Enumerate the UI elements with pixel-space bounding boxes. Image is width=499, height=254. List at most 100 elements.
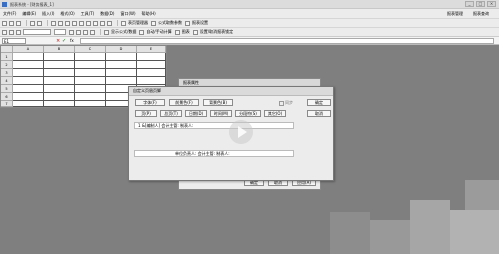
column-header-a[interactable]: A	[13, 46, 44, 53]
column-header-c[interactable]: C	[75, 46, 106, 53]
menu-format[interactable]: 格式(O)	[60, 11, 74, 17]
table-cell[interactable]	[44, 53, 75, 61]
sort-icon[interactable]	[83, 29, 88, 35]
foreground-color-button[interactable]: 前景色(F)	[169, 99, 199, 106]
calc-mode-icon[interactable]	[139, 29, 145, 35]
time-button[interactable]: 时间(M)	[210, 110, 232, 117]
header-text-field[interactable]: 1 &[编制人] 会计主管: 制表人:	[134, 122, 294, 129]
confirm-edit-icon[interactable]: ✓	[62, 38, 67, 44]
cut-icon[interactable]	[2, 29, 7, 35]
table-cell[interactable]	[44, 77, 75, 85]
table-cell[interactable]	[13, 77, 44, 85]
fill-color-icon[interactable]	[100, 20, 105, 26]
filter-icon[interactable]	[90, 29, 95, 35]
menu-file[interactable]: 文件(F)	[3, 11, 16, 17]
row-header[interactable]: 6	[1, 93, 13, 101]
table-cell[interactable]	[75, 101, 106, 107]
table-cell[interactable]	[137, 77, 166, 85]
table-cell[interactable]	[13, 61, 44, 69]
chart-icon[interactable]	[174, 29, 180, 35]
ok-button[interactable]: 确定	[307, 99, 331, 106]
sync-checkbox[interactable]: 同步	[279, 100, 293, 106]
table-cell[interactable]	[106, 61, 137, 69]
cell-reference[interactable]: E1	[2, 38, 26, 44]
calc-mode-label[interactable]: 自动/手动计算	[146, 29, 171, 35]
chart-label[interactable]: 图表	[182, 29, 190, 35]
table-cell[interactable]	[106, 53, 137, 61]
table-cell[interactable]	[13, 69, 44, 77]
corner-select-all[interactable]	[1, 46, 13, 53]
close-button[interactable]: ×	[487, 1, 496, 7]
total-pages-button[interactable]: 总页(T)	[160, 110, 182, 117]
open-folder-icon[interactable]	[9, 20, 14, 26]
function-icon[interactable]	[76, 29, 81, 35]
date-button[interactable]: 日期(D)	[185, 110, 207, 117]
sheet-manager-icon[interactable]	[121, 20, 126, 26]
row-header[interactable]: 5	[1, 85, 13, 93]
checkbox-box[interactable]	[279, 100, 284, 106]
table-cell[interactable]	[13, 101, 44, 107]
table-cell[interactable]	[75, 53, 106, 61]
table-cell[interactable]	[137, 69, 166, 77]
show-formula-label[interactable]: 显示公式/数据	[111, 29, 136, 35]
page-button[interactable]: 页(P)	[135, 110, 157, 117]
table-cell[interactable]	[44, 93, 75, 101]
menu-report-manage[interactable]: 报表管理	[447, 11, 463, 17]
column-header-e[interactable]: E	[137, 46, 166, 53]
bold-icon[interactable]	[51, 20, 56, 26]
formula-input[interactable]	[80, 38, 494, 44]
menu-tools[interactable]: 工具(T)	[81, 11, 95, 17]
formula-param-label[interactable]: 公式取数参数	[158, 20, 182, 26]
other-button[interactable]: 其它(O)	[264, 110, 286, 117]
minimize-button[interactable]: _	[465, 1, 474, 7]
table-cell[interactable]	[44, 61, 75, 69]
print-icon[interactable]	[30, 20, 35, 26]
border-icon[interactable]	[93, 20, 98, 26]
background-color-button[interactable]: 背景色(B)	[203, 99, 233, 106]
table-cell[interactable]	[106, 77, 137, 85]
table-cell[interactable]	[44, 85, 75, 93]
table-cell[interactable]	[75, 93, 106, 101]
font-button[interactable]: 字体(F)	[135, 99, 165, 106]
menu-window[interactable]: 窗口(W)	[120, 11, 135, 17]
row-header[interactable]: 4	[1, 77, 13, 85]
align-center-icon[interactable]	[79, 20, 84, 26]
row-header[interactable]: 2	[1, 61, 13, 69]
menu-help[interactable]: 帮助(H)	[142, 11, 156, 17]
row-header[interactable]: 7	[1, 101, 13, 107]
underline-icon[interactable]	[65, 20, 70, 26]
show-formula-icon[interactable]	[104, 29, 109, 35]
cancel-edit-icon[interactable]: ×	[56, 38, 61, 44]
preview-icon[interactable]	[37, 20, 42, 26]
row-header[interactable]: 3	[1, 69, 13, 77]
report-settings-label[interactable]: 报表设置	[192, 20, 208, 26]
formula-param-icon[interactable]	[151, 20, 156, 26]
italic-icon[interactable]	[58, 20, 63, 26]
lock-label[interactable]: 设置/取消报表锁定	[200, 29, 233, 35]
report-settings-icon[interactable]	[185, 20, 190, 26]
table-cell[interactable]	[44, 101, 75, 107]
table-cell[interactable]	[75, 69, 106, 77]
column-header-d[interactable]: D	[106, 46, 137, 53]
sum-icon[interactable]	[69, 29, 74, 35]
lock-icon[interactable]	[192, 29, 198, 35]
function-fx-icon[interactable]: fx	[70, 38, 78, 44]
paste-icon[interactable]	[16, 29, 21, 35]
table-cell[interactable]	[13, 53, 44, 61]
align-right-icon[interactable]	[86, 20, 91, 26]
table-cell[interactable]	[137, 53, 166, 61]
table-cell[interactable]	[44, 69, 75, 77]
menu-data[interactable]: 数据(D)	[100, 11, 114, 17]
table-cell[interactable]	[13, 85, 44, 93]
table-cell[interactable]	[75, 61, 106, 69]
menu-edit[interactable]: 编辑(E)	[22, 11, 36, 17]
column-header-b[interactable]: B	[44, 46, 75, 53]
footer-text-field[interactable]: 单位负责人: 会计主管: 制表人:	[134, 150, 294, 157]
sheet-manager-label[interactable]: 表页管理器	[128, 20, 148, 26]
new-file-icon[interactable]	[2, 20, 7, 26]
cancel-button[interactable]: 取消	[307, 110, 331, 117]
menu-insert[interactable]: 插入(I)	[42, 11, 54, 17]
table-cell[interactable]	[75, 77, 106, 85]
table-cell[interactable]	[137, 61, 166, 69]
table-cell[interactable]	[13, 93, 44, 101]
